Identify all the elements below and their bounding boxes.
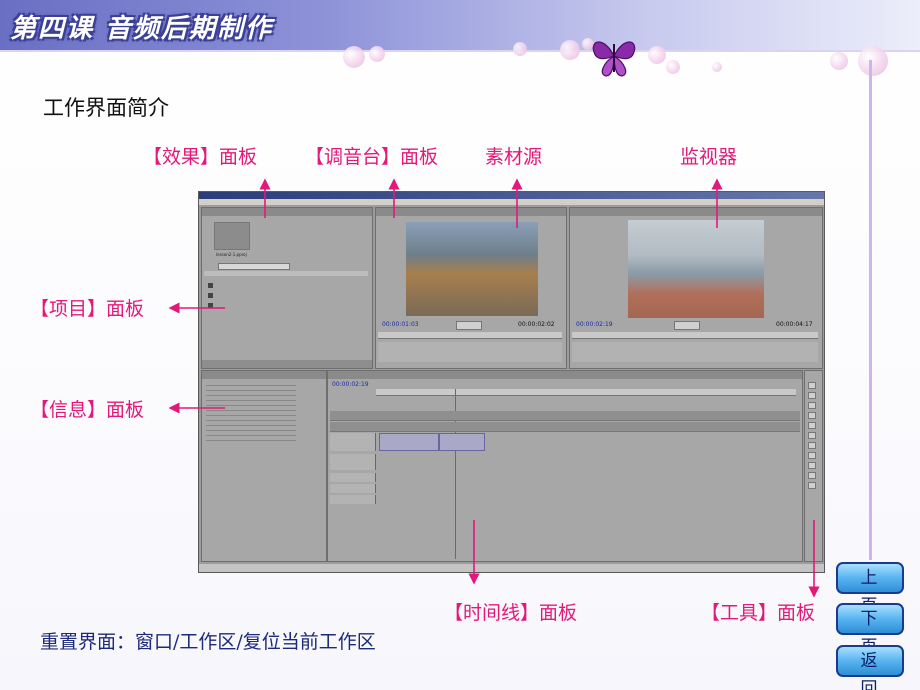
decor-vertical-rule xyxy=(869,60,872,560)
video-track-2 xyxy=(330,422,800,432)
track-select-tool-icon[interactable] xyxy=(808,392,816,399)
audio-track-1-header[interactable] xyxy=(330,454,376,470)
decor-bubble xyxy=(560,40,580,60)
source-monitor-panel: 00:00:01:03 00:00:02:02 xyxy=(375,207,567,369)
premiere-screenshot: lesson2-1.pproj 00:00:01:03 00:00:02:02 … xyxy=(198,191,825,573)
callout-mixer-panel: 【调音台】面板 xyxy=(305,146,439,168)
butterfly-icon xyxy=(592,41,636,77)
slip-tool-icon[interactable] xyxy=(808,442,816,449)
project-search-field[interactable] xyxy=(218,263,290,270)
hand-tool-icon[interactable] xyxy=(808,472,816,479)
project-item[interactable] xyxy=(208,280,368,289)
program-time-ruler[interactable] xyxy=(572,332,818,339)
program-video-frame xyxy=(628,220,764,318)
info-text-block xyxy=(206,381,296,441)
program-monitor-panel: 00:00:02:19 00:00:04:17 xyxy=(569,207,823,369)
video-track-1-header[interactable] xyxy=(330,433,376,451)
decor-bubble xyxy=(369,46,385,62)
decor-bubble xyxy=(666,60,680,74)
program-fit-dropdown[interactable] xyxy=(674,321,700,330)
next-page-button[interactable]: 下 页 xyxy=(836,603,904,657)
source-duration: 00:00:02:02 xyxy=(518,321,555,328)
program-duration: 00:00:04:17 xyxy=(776,321,813,328)
info-panel xyxy=(201,370,327,562)
rolling-edit-tool-icon[interactable] xyxy=(808,412,816,419)
info-panel-tabs xyxy=(202,371,326,379)
selection-tool-icon[interactable] xyxy=(808,382,816,389)
video-clip[interactable] xyxy=(439,433,485,451)
source-video-frame xyxy=(406,222,538,316)
callout-info-panel: 【信息】面板 xyxy=(30,399,145,421)
razor-tool-icon[interactable] xyxy=(808,432,816,439)
timeline-timecode: 00:00:02:19 xyxy=(332,381,369,388)
source-playback-controls[interactable] xyxy=(378,342,562,362)
header-rule xyxy=(0,50,920,52)
project-panel-tabs xyxy=(202,208,372,216)
project-bottom-toolbar xyxy=(202,360,372,368)
premiere-status-bar xyxy=(199,564,824,572)
source-timecode: 00:00:01:03 xyxy=(382,321,419,328)
callout-timeline-panel: 【时间线】面板 xyxy=(444,602,578,624)
back-button[interactable]: 返 回 xyxy=(836,645,904,690)
project-column-header xyxy=(204,271,368,276)
lesson-title: 第四课 音频后期制作 xyxy=(10,14,274,44)
program-playback-controls[interactable] xyxy=(572,342,818,362)
audio-track-2-header[interactable] xyxy=(330,473,376,482)
audio-track-3-header[interactable] xyxy=(330,484,376,493)
decor-bubble xyxy=(712,62,722,72)
timeline-panel: 00:00:02:19 xyxy=(327,370,803,562)
timeline-time-ruler[interactable] xyxy=(376,389,796,396)
rate-stretch-tool-icon[interactable] xyxy=(808,422,816,429)
decor-bubble xyxy=(858,46,888,76)
project-item[interactable] xyxy=(208,290,368,299)
source-fit-dropdown[interactable] xyxy=(456,321,482,330)
source-time-ruler[interactable] xyxy=(378,332,562,339)
timeline-tabs xyxy=(328,371,802,379)
section-title: 工作界面简介 xyxy=(43,96,169,120)
project-file-name: lesson2-1.pproj xyxy=(216,252,247,257)
premiere-menu-bar xyxy=(199,199,824,205)
decor-bubble xyxy=(830,52,848,70)
premiere-title-bar xyxy=(199,192,824,199)
project-thumbnail xyxy=(214,222,250,250)
reset-workspace-note: 重置界面：窗口/工作区/复位当前工作区 xyxy=(40,631,376,653)
slide: 第四课 音频后期制作 工作界面简介 【效果】面板 【调音台】面板 素材源 监视器… xyxy=(0,0,920,690)
program-monitor-tabs xyxy=(570,208,822,216)
ripple-edit-tool-icon[interactable] xyxy=(808,402,816,409)
program-timecode: 00:00:02:19 xyxy=(576,321,613,328)
video-track-3 xyxy=(330,411,800,421)
slide-tool-icon[interactable] xyxy=(808,452,816,459)
decor-bubble xyxy=(648,46,666,64)
decor-bubble xyxy=(513,42,527,56)
source-monitor-tabs xyxy=(376,208,566,216)
video-clip[interactable] xyxy=(379,433,439,451)
callout-monitor: 监视器 xyxy=(680,146,738,168)
callout-source: 素材源 xyxy=(485,146,543,168)
callout-effects-panel: 【效果】面板 xyxy=(143,146,258,168)
decor-bubble xyxy=(343,46,365,68)
project-item[interactable] xyxy=(208,300,368,309)
project-panel: lesson2-1.pproj xyxy=(201,207,373,369)
callout-project-panel: 【项目】面板 xyxy=(30,298,145,320)
zoom-tool-icon[interactable] xyxy=(808,482,816,489)
pen-tool-icon[interactable] xyxy=(808,462,816,469)
callout-tools-panel: 【工具】面板 xyxy=(701,602,816,624)
master-track-header[interactable] xyxy=(330,495,376,504)
prev-page-button[interactable]: 上 页 xyxy=(836,562,904,616)
